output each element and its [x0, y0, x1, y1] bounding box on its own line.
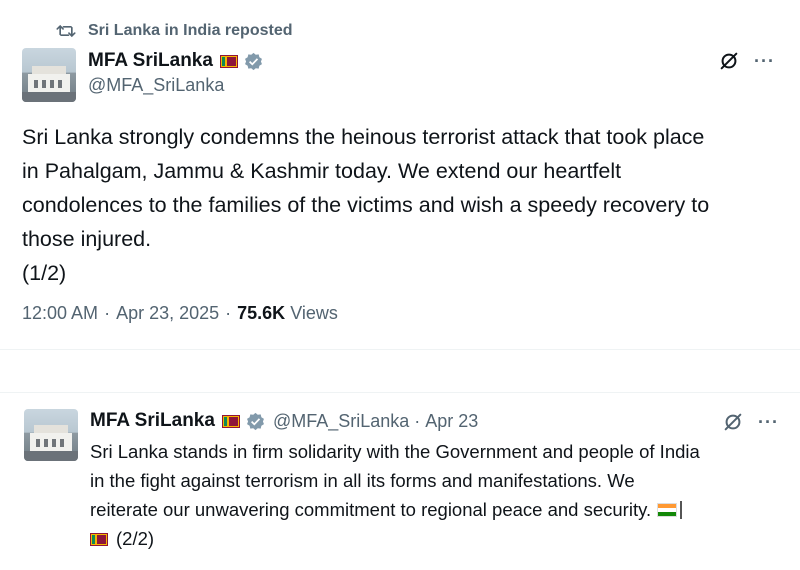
sri-lanka-flag-icon [90, 533, 108, 546]
views-label: Views [290, 303, 338, 323]
repost-header[interactable]: Sri Lanka in India reposted [56, 22, 293, 40]
sri-lanka-flag-icon [221, 414, 240, 428]
repost-icon [56, 24, 76, 38]
india-flag-icon [657, 503, 678, 517]
views-count: 75.6K [237, 303, 286, 323]
separator: · [414, 410, 421, 431]
time[interactable]: 12:00 AM [22, 303, 98, 324]
feed-gap [0, 352, 800, 392]
tweet-text-line: (1/2) [22, 261, 67, 285]
author-handle[interactable]: @MFA_SriLanka [88, 75, 224, 96]
tweet-card-1[interactable]: Sri Lanka in India reposted MFA SriLanka… [0, 0, 800, 352]
grok-icon[interactable] [722, 411, 744, 433]
author-handle[interactable]: @MFA_SriLanka [273, 411, 409, 431]
grok-icon[interactable] [718, 50, 740, 72]
display-name[interactable]: MFA SriLanka [90, 410, 215, 432]
avatar[interactable] [24, 409, 78, 461]
author-meta: @MFA_SriLanka · Apr 23 [273, 411, 478, 432]
avatar[interactable] [22, 48, 76, 102]
display-name[interactable]: MFA SriLanka [88, 50, 213, 72]
separator: · [225, 303, 232, 323]
divider [0, 349, 800, 350]
tweet-card-2[interactable]: MFA SriLanka @MFA_SriLanka · Apr 23 ··· Sr… [0, 392, 800, 570]
repost-label: Sri Lanka in India reposted [88, 22, 293, 39]
verified-badge-icon [246, 412, 264, 430]
tweet-text: Sri Lanka stands in firm solidarity with… [90, 437, 790, 553]
tweet-text-line: Sri Lanka stands in firm solidarity with… [90, 441, 700, 462]
tweet-text-line: reiterate our unwavering commitment to r… [90, 495, 790, 524]
separator: · [104, 303, 111, 323]
tweet-text-line: in the fight against terrorism in all it… [90, 470, 635, 491]
sri-lanka-flag-icon [219, 54, 238, 68]
date[interactable]: Apr 23 [425, 411, 478, 431]
tweet-text-segment: (2/2) [116, 528, 155, 549]
tweet-actions: ··· [718, 50, 775, 72]
tweet-text-line: those injured. [22, 227, 152, 251]
more-options-icon[interactable]: ··· [754, 52, 775, 70]
tweet-actions: ··· [722, 411, 779, 433]
tweet-text-line: (2/2) [90, 524, 790, 553]
author-name-row: MFA SriLanka @MFA_SriLanka · Apr 23 [90, 410, 478, 432]
divider-bar [680, 501, 683, 519]
tweet-timestamp: 12:00 AM · Apr 23, 2025 · 75.6K Views [22, 303, 338, 324]
tweet-text-line: in Pahalgam, Jammu & Kashmir today. We e… [22, 159, 622, 183]
tweet-text: Sri Lanka strongly condemns the heinous … [22, 120, 792, 290]
date[interactable]: Apr 23, 2025 [116, 303, 219, 324]
more-options-icon[interactable]: ··· [758, 413, 779, 431]
tweet-text-line: Sri Lanka strongly condemns the heinous … [22, 125, 705, 149]
tweet-text-segment: reiterate our unwavering commitment to r… [90, 499, 652, 520]
tweet-text-line: condolences to the families of the victi… [22, 193, 710, 217]
author-name-row: MFA SriLanka [88, 50, 263, 72]
verified-badge-icon [244, 52, 262, 70]
